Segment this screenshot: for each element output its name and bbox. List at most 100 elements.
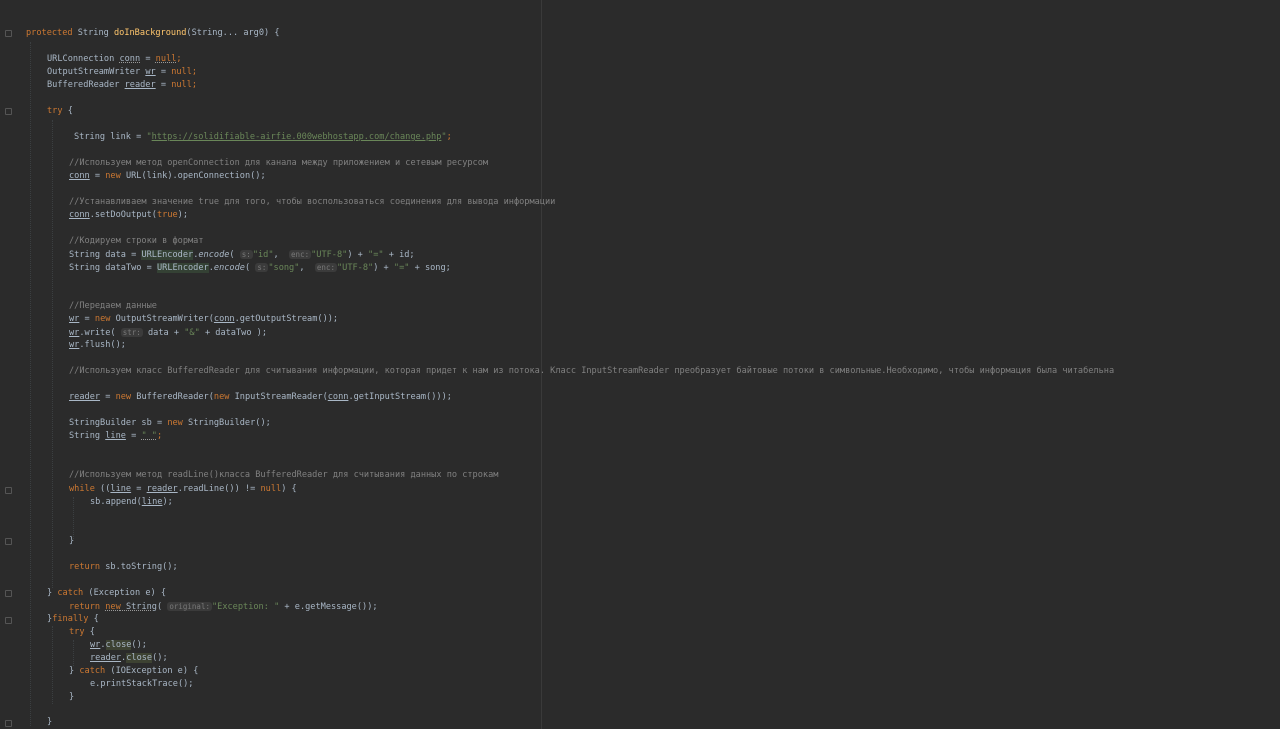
code-text: .getOutputStream()); <box>234 314 339 324</box>
string-literal: "UTF-8" <box>311 250 348 260</box>
variable: reader <box>69 392 101 402</box>
string-literal: "Exception: " <box>211 602 280 612</box>
code-line-reader-close[interactable]: reader.close(); <box>90 652 168 665</box>
variable: line <box>141 497 163 507</box>
semicolon: ; <box>156 431 163 441</box>
code-text: ( <box>229 250 240 260</box>
code-line-sb-decl[interactable]: StringBuilder sb = new StringBuilder(); <box>69 417 271 430</box>
fold-marker[interactable] <box>5 617 12 624</box>
code-line-close-brace[interactable]: } <box>47 716 52 729</box>
code-line-close-brace[interactable]: } <box>69 535 74 548</box>
code-text: OutputStreamWriter <box>47 67 146 77</box>
method-call: encode <box>213 263 245 273</box>
string-literal: "song" <box>268 263 300 273</box>
code-line-reader-assign[interactable]: reader = new BufferedReader(new InputStr… <box>69 391 452 404</box>
fold-marker[interactable] <box>5 590 12 597</box>
variable: conn <box>213 314 235 324</box>
code-text: ( <box>156 602 168 612</box>
code-line-comment[interactable]: //Устанавливаем значение true для того, … <box>69 196 555 209</box>
keyword: new <box>167 418 183 428</box>
code-text: ( <box>244 263 256 273</box>
code-line-comment[interactable]: //Кодируем строки в формат <box>69 235 204 248</box>
code-text: + id; <box>383 250 415 260</box>
code-line-return-exception[interactable]: return new String( original: "Exception: … <box>69 600 378 613</box>
code-text: StringBuilder(); <box>182 418 271 428</box>
code-text: InputStreamReader( <box>229 392 328 402</box>
code-line-data-decl[interactable]: String data = URLEncoder.encode( s: "id",… <box>69 248 415 261</box>
semicolon: ; <box>191 67 198 77</box>
code-line-open-conn[interactable]: conn = new URL(link).openConnection(); <box>69 170 266 183</box>
code-line-comment[interactable]: //Используем класс BufferedReader для сч… <box>69 365 1114 378</box>
variable: conn <box>119 54 141 64</box>
url-link[interactable]: https://solidifiable-airfie.000webhostap… <box>152 132 442 142</box>
semicolon: ; <box>446 132 452 142</box>
code-text: (Exception e) { <box>83 588 167 598</box>
variable: reader <box>90 653 122 663</box>
code-text: StringBuilder sb = <box>69 418 168 428</box>
code-line-finally[interactable]: }finally { <box>47 613 99 626</box>
code-text: (IOException e) { <box>105 666 199 676</box>
code-editor[interactable]: protected String doInBackground(String..… <box>0 0 1280 729</box>
keyword: finally <box>52 614 89 624</box>
code-line-comment[interactable]: //Используем метод openConnection для ка… <box>69 157 488 170</box>
code-line-comment[interactable]: //Передаем данные <box>69 300 157 313</box>
code-line-decl-conn[interactable]: URLConnection conn = null; <box>47 53 182 66</box>
code-text: = <box>155 80 172 90</box>
fold-marker[interactable] <box>5 30 12 37</box>
code-text: String data = <box>69 250 142 260</box>
code-line-comment[interactable]: //Используем метод readLine()класса Buff… <box>69 469 498 482</box>
code-text: (); <box>152 653 168 663</box>
fold-marker[interactable] <box>5 108 12 115</box>
code-text: String link = <box>74 132 147 142</box>
class-name: URLEncoder <box>141 250 194 260</box>
code-text: (String... arg0) { <box>186 28 280 38</box>
keyword: new <box>105 171 121 181</box>
indent-guide <box>52 120 53 588</box>
code-line-close-brace[interactable]: } <box>69 691 74 704</box>
string-literal: "=" <box>393 263 410 273</box>
code-text: URL(link).openConnection(); <box>120 171 266 181</box>
code-line-try[interactable]: try { <box>47 105 73 118</box>
code-line-wr-close[interactable]: wr.close(); <box>90 639 147 652</box>
code-text: ) + <box>347 250 369 260</box>
fold-marker[interactable] <box>5 538 12 545</box>
code-line-method-signature[interactable]: protected String doInBackground(String..… <box>26 27 280 40</box>
fold-marker[interactable] <box>5 487 12 494</box>
code-text: ); <box>177 210 189 220</box>
code-text: + e.getMessage()); <box>279 602 378 612</box>
code-text: } <box>69 666 80 676</box>
code-line-set-do-output[interactable]: conn.setDoOutput(true); <box>69 209 188 222</box>
code-line-while[interactable]: while ((line = reader.readLine()) != nul… <box>69 483 297 496</box>
code-line-sb-append[interactable]: sb.append(line); <box>90 496 173 509</box>
code-line-wr-assign[interactable]: wr = new OutputStreamWriter(conn.getOutp… <box>69 313 338 326</box>
parameter-hint: enc: <box>314 263 337 272</box>
code-line-inner-catch[interactable]: } catch (IOException e) { <box>69 665 198 678</box>
keyword: null <box>171 80 192 90</box>
code-line-link[interactable]: String link = "https://solidifiable-airf… <box>74 131 452 144</box>
code-line-catch[interactable]: } catch (Exception e) { <box>47 587 166 600</box>
variable: conn <box>327 392 349 402</box>
keyword: catch <box>57 588 84 598</box>
code-line-decl-reader[interactable]: BufferedReader reader = null; <box>47 79 197 92</box>
code-line-data-two-decl[interactable]: String dataTwo = URLEncoder.encode( s: "s… <box>69 261 451 274</box>
fold-marker[interactable] <box>5 720 12 727</box>
code-text: + song; <box>409 263 451 273</box>
code-line-return-sb[interactable]: return sb.toString(); <box>69 561 178 574</box>
code-line-wr-write[interactable]: wr.write( str: data + "&" + dataTwo ); <box>69 326 267 339</box>
code-text: = <box>125 431 142 441</box>
code-text: = <box>131 484 147 494</box>
class-name: URLEncoder <box>156 263 209 273</box>
code-text: = <box>155 67 172 77</box>
code-line-inner-try[interactable]: try { <box>69 626 95 639</box>
keyword: try <box>69 627 85 637</box>
code-text: . <box>100 640 106 650</box>
code-line-print-stack[interactable]: e.printStackTrace(); <box>90 678 193 691</box>
variable: reader <box>124 80 156 90</box>
code-line-wr-flush[interactable]: wr.flush(); <box>69 339 126 352</box>
keyword: new <box>213 392 230 402</box>
code-line-line-decl[interactable]: String line = " "; <box>69 430 162 443</box>
code-text: ); <box>162 497 173 507</box>
keyword: catch <box>79 666 106 676</box>
code-line-decl-wr[interactable]: OutputStreamWriter wr = null; <box>47 66 197 79</box>
method-call: close <box>105 640 132 650</box>
